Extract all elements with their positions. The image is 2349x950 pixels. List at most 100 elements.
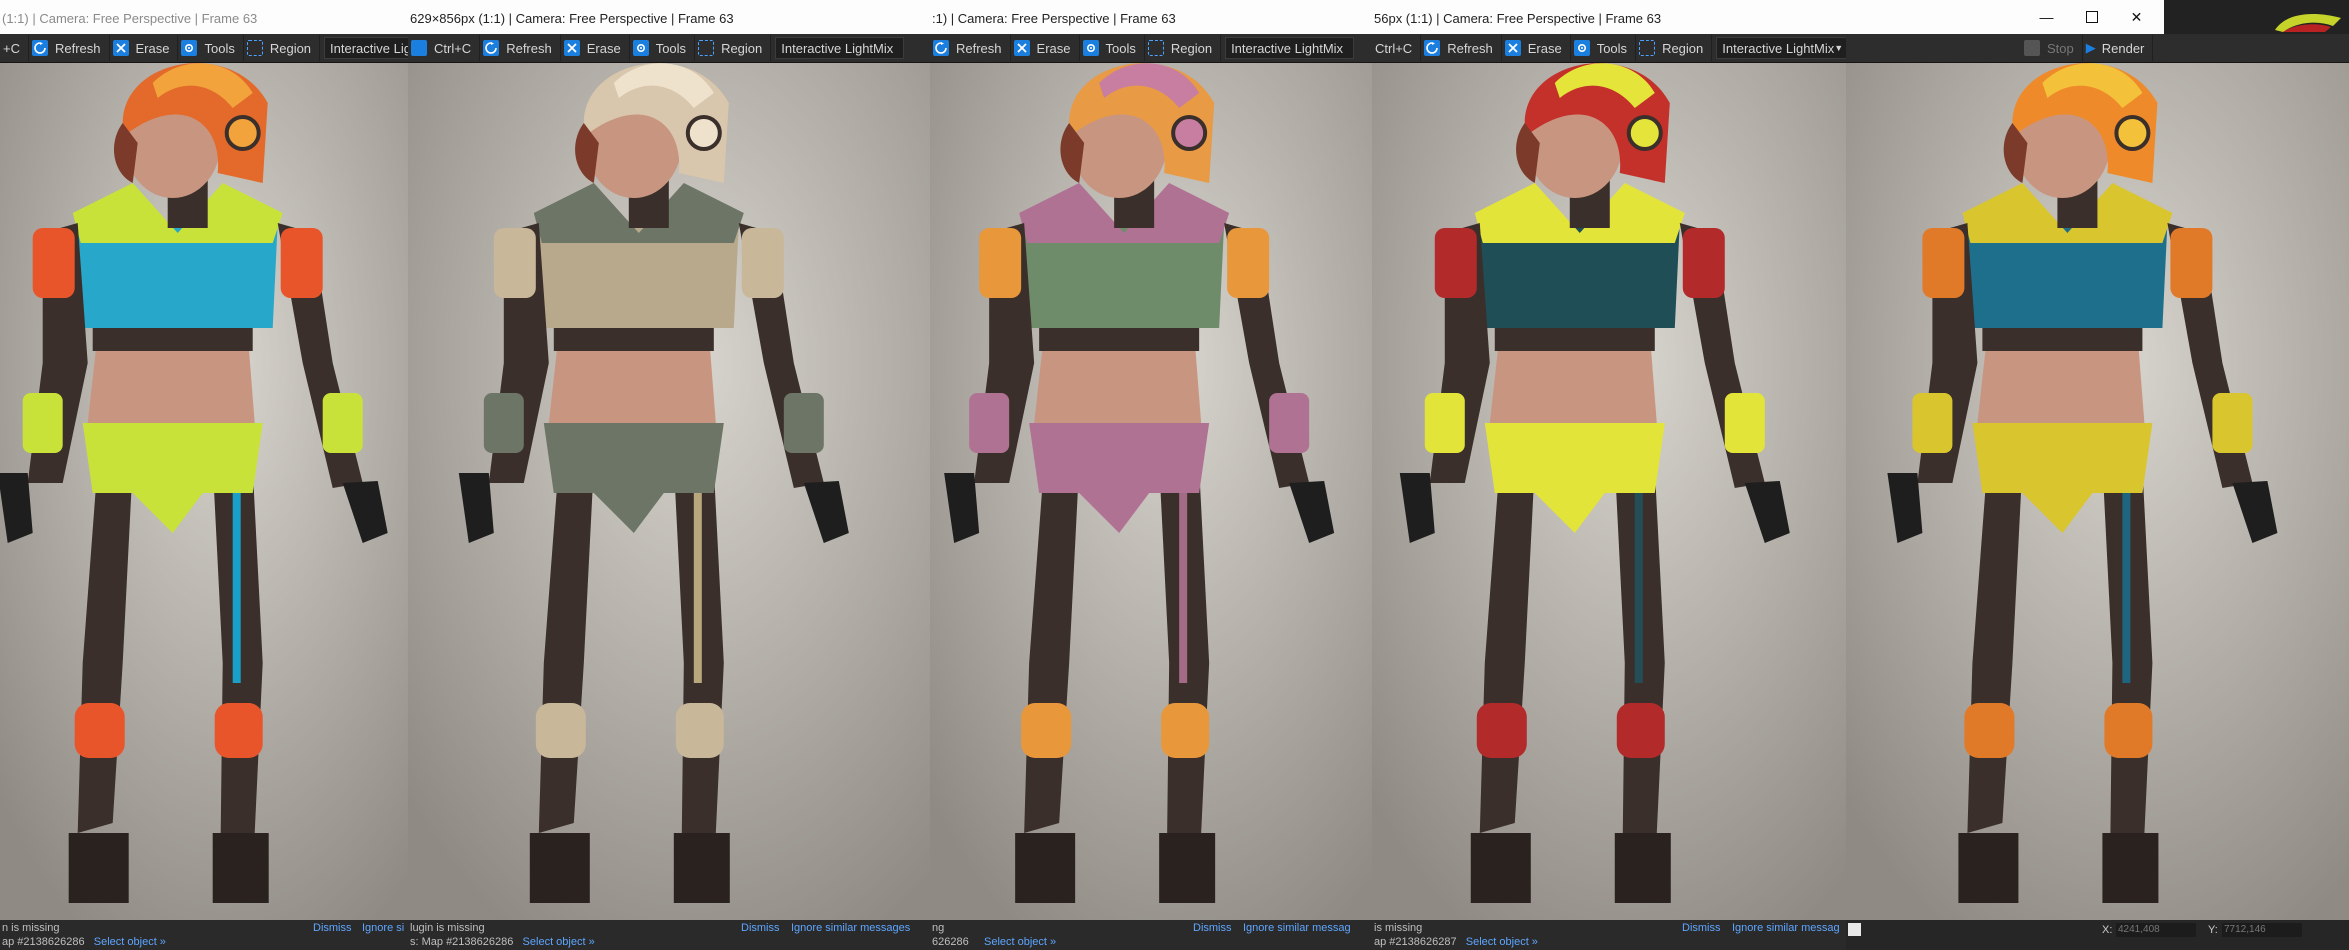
render-viewport bbox=[930, 63, 1375, 920]
status-map: ap #2138626287 bbox=[1374, 936, 1457, 948]
close-icon[interactable]: ✕ bbox=[2114, 0, 2159, 34]
left-knee-pad bbox=[74, 703, 125, 758]
tools-button[interactable]: Tools bbox=[630, 35, 696, 61]
render-window-2: 629×856px (1:1) | Camera: Free Perspecti… bbox=[408, 0, 931, 950]
region-button[interactable]: Region bbox=[1636, 35, 1713, 61]
copy-button[interactable]: +C bbox=[0, 35, 29, 61]
right-boot bbox=[673, 833, 730, 903]
leg-stripe bbox=[1634, 483, 1643, 683]
region-icon bbox=[1639, 40, 1656, 56]
status-bar: is missing ap #2138626287 Select object … bbox=[1372, 920, 1846, 950]
region-icon bbox=[698, 40, 715, 56]
tools-button[interactable]: Tools bbox=[178, 35, 244, 61]
right-shoulder-pad bbox=[1227, 228, 1270, 298]
lightmix-dropdown[interactable]: Interactive LightMix ▼ bbox=[1716, 37, 1846, 59]
refresh-button[interactable]: Refresh bbox=[930, 35, 1011, 61]
helmet-ear-disc bbox=[1626, 115, 1663, 151]
rendered-character-image bbox=[930, 63, 1375, 920]
region-button[interactable]: Region bbox=[695, 35, 772, 61]
select-object-link[interactable]: Select object » bbox=[94, 936, 166, 948]
refresh-button[interactable]: Refresh bbox=[29, 35, 110, 61]
rendered-character-image bbox=[408, 63, 931, 920]
left-shoulder-pad bbox=[1434, 228, 1477, 298]
gear-icon bbox=[181, 40, 198, 56]
checkbox[interactable] bbox=[1848, 923, 1861, 936]
right-forearm-guard bbox=[783, 393, 824, 453]
render-viewport bbox=[1372, 63, 1846, 920]
minimize-icon[interactable]: — bbox=[2024, 0, 2069, 34]
dismiss-link[interactable]: Dismiss bbox=[1193, 922, 1232, 935]
left-forearm-guard bbox=[1424, 393, 1465, 453]
status-map: ap #2138626286 bbox=[2, 936, 85, 948]
stop-icon bbox=[2024, 40, 2040, 56]
hip-armor bbox=[82, 423, 263, 493]
left-forearm-guard bbox=[969, 393, 1010, 453]
status-map: 626286 bbox=[932, 936, 969, 948]
select-object-link[interactable]: Select object » bbox=[523, 936, 595, 948]
right-forearm-guard bbox=[1269, 393, 1310, 453]
ignore-similar-link[interactable]: Ignore si bbox=[362, 922, 404, 935]
hip-armor bbox=[1484, 423, 1665, 493]
dismiss-link[interactable]: Dismiss bbox=[1682, 922, 1721, 935]
window-title: :1) | Camera: Free Perspective | Frame 6… bbox=[930, 0, 1375, 34]
erase-button[interactable]: Erase bbox=[110, 35, 179, 61]
dismiss-link[interactable]: Dismiss bbox=[741, 922, 780, 935]
select-object-link[interactable]: Select object » bbox=[1466, 936, 1538, 948]
coord-y-field[interactable]: 7712,146 bbox=[2222, 923, 2302, 937]
tools-button[interactable]: Tools bbox=[1571, 35, 1637, 61]
status-bar: X: 4241,408 Y: 7712,146 bbox=[1846, 920, 2349, 950]
helmet-ear-disc bbox=[1171, 115, 1208, 151]
right-knee-pad bbox=[1161, 703, 1210, 758]
window-title: 629×856px (1:1) | Camera: Free Perspecti… bbox=[408, 0, 931, 34]
refresh-icon bbox=[933, 40, 949, 56]
refresh-button[interactable]: Refresh bbox=[480, 35, 561, 61]
dismiss-link[interactable]: Dismiss bbox=[313, 922, 352, 935]
render-button[interactable]: ▶ Render bbox=[2083, 35, 2154, 61]
status-bar: n is missing ap #2138626286 Select objec… bbox=[0, 920, 410, 950]
stop-button[interactable]: Stop bbox=[1846, 35, 2083, 61]
right-knee-pad bbox=[214, 703, 263, 758]
under-band bbox=[1982, 325, 2143, 351]
right-shoulder-pad bbox=[741, 228, 784, 298]
lightmix-dropdown[interactable]: Interactive Ligh bbox=[324, 37, 410, 59]
refresh-icon bbox=[483, 40, 500, 56]
ignore-similar-link[interactable]: Ignore similar messages bbox=[791, 922, 910, 935]
ignore-similar-link[interactable]: Ignore similar messag bbox=[1243, 922, 1351, 935]
leg-stripe bbox=[1179, 483, 1188, 683]
erase-button[interactable]: Erase bbox=[561, 35, 630, 61]
right-shoulder-pad bbox=[1682, 228, 1725, 298]
tools-label: Tools bbox=[1596, 40, 1628, 56]
tools-button[interactable]: Tools bbox=[1080, 35, 1145, 61]
region-button[interactable]: Region bbox=[244, 35, 321, 61]
ignore-similar-link[interactable]: Ignore similar messag bbox=[1732, 922, 1840, 935]
right-shoulder-pad bbox=[2170, 228, 2213, 298]
chevron-down-icon: ▼ bbox=[1834, 43, 1844, 53]
gear-icon bbox=[1573, 40, 1590, 56]
render-viewport bbox=[0, 63, 410, 920]
region-icon bbox=[1147, 40, 1164, 56]
rendered-character-image bbox=[1372, 63, 1846, 920]
lightmix-dropdown[interactable]: Interactive LightMix bbox=[775, 37, 905, 59]
lightmix-dropdown[interactable]: Interactive LightMix bbox=[1225, 37, 1355, 59]
left-boot bbox=[1470, 833, 1531, 903]
erase-label: Erase bbox=[1527, 40, 1562, 56]
coord-y-label: Y: bbox=[2208, 924, 2218, 936]
refresh-label: Refresh bbox=[956, 40, 1002, 56]
erase-label: Erase bbox=[586, 40, 621, 56]
right-boot bbox=[1159, 833, 1216, 903]
app-logo bbox=[2275, 14, 2341, 32]
maximize-icon[interactable] bbox=[2069, 0, 2114, 34]
right-knee-pad bbox=[2104, 703, 2153, 758]
region-button[interactable]: Region bbox=[1145, 35, 1222, 61]
coord-x-field[interactable]: 4241,408 bbox=[2116, 923, 2196, 937]
erase-label: Erase bbox=[1036, 40, 1071, 56]
copy-button[interactable]: Ctrl+C bbox=[408, 35, 481, 61]
erase-button[interactable]: Erase bbox=[1011, 35, 1080, 61]
erase-button[interactable]: Erase bbox=[1502, 35, 1571, 61]
rendered-character-image bbox=[1846, 63, 2349, 920]
select-object-link[interactable]: Select object » bbox=[984, 936, 1056, 948]
render-label: Render bbox=[2101, 40, 2145, 56]
copy-button[interactable]: Ctrl+C bbox=[1372, 35, 1422, 61]
hip-armor bbox=[1972, 423, 2153, 493]
refresh-button[interactable]: Refresh bbox=[1421, 35, 1502, 61]
